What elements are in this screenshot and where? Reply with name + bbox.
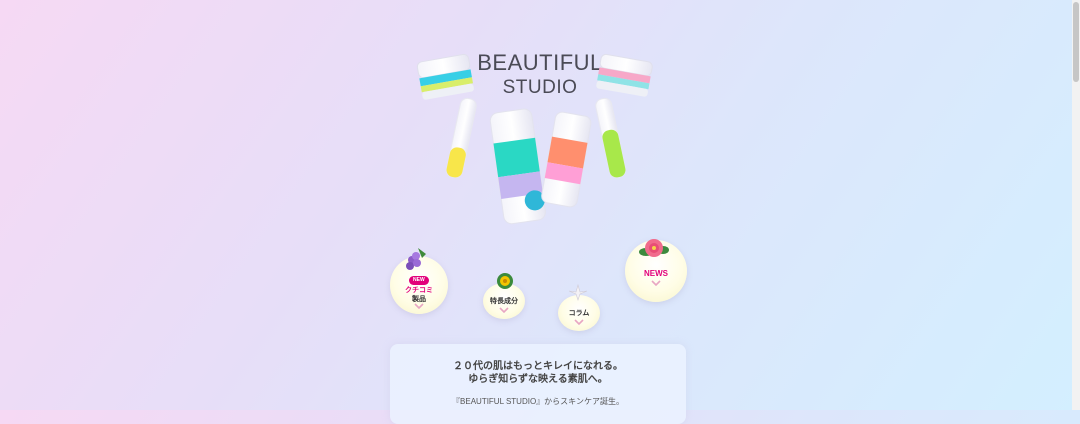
column-label: コラム	[568, 310, 590, 317]
news-label: NEWS	[644, 269, 668, 278]
chevron-down-icon	[651, 280, 661, 286]
intro-headline-line1: ２０代の肌はもっとキレイになれる。	[453, 361, 623, 372]
chevron-down-icon	[499, 307, 509, 313]
toner-bottle	[541, 111, 592, 208]
scrollbar-thumb[interactable]	[1073, 2, 1079, 82]
chevron-down-icon	[574, 319, 584, 325]
green-tube	[595, 97, 626, 178]
yellow-flower-icon	[497, 273, 513, 289]
new-badge: NEW	[409, 276, 429, 285]
intro-headline-line2: ゆらぎ知らずな映える素肌へ。	[468, 374, 608, 385]
yellow-tube	[446, 97, 477, 178]
intro-description: 『BEAUTIFUL STUDIO』からスキンケア誕生。	[452, 397, 624, 406]
cream-jar-left	[416, 53, 474, 100]
ingredients-label: 特長成分	[490, 298, 518, 305]
product-lineup-image	[416, 53, 653, 225]
lilac-flower-icon	[406, 248, 426, 270]
cream-jar-right	[596, 53, 653, 97]
intro-card: ２０代の肌はもっとキレイになれる。 ゆらぎ知らずな映える素肌へ。 『BEAUTI…	[390, 344, 686, 424]
lily-flower-icon	[568, 283, 588, 301]
scrollbar[interactable]	[1072, 0, 1080, 410]
camellia-flower-icon	[639, 239, 669, 257]
serum-bottle	[489, 108, 546, 225]
chevron-down-icon	[414, 303, 424, 309]
